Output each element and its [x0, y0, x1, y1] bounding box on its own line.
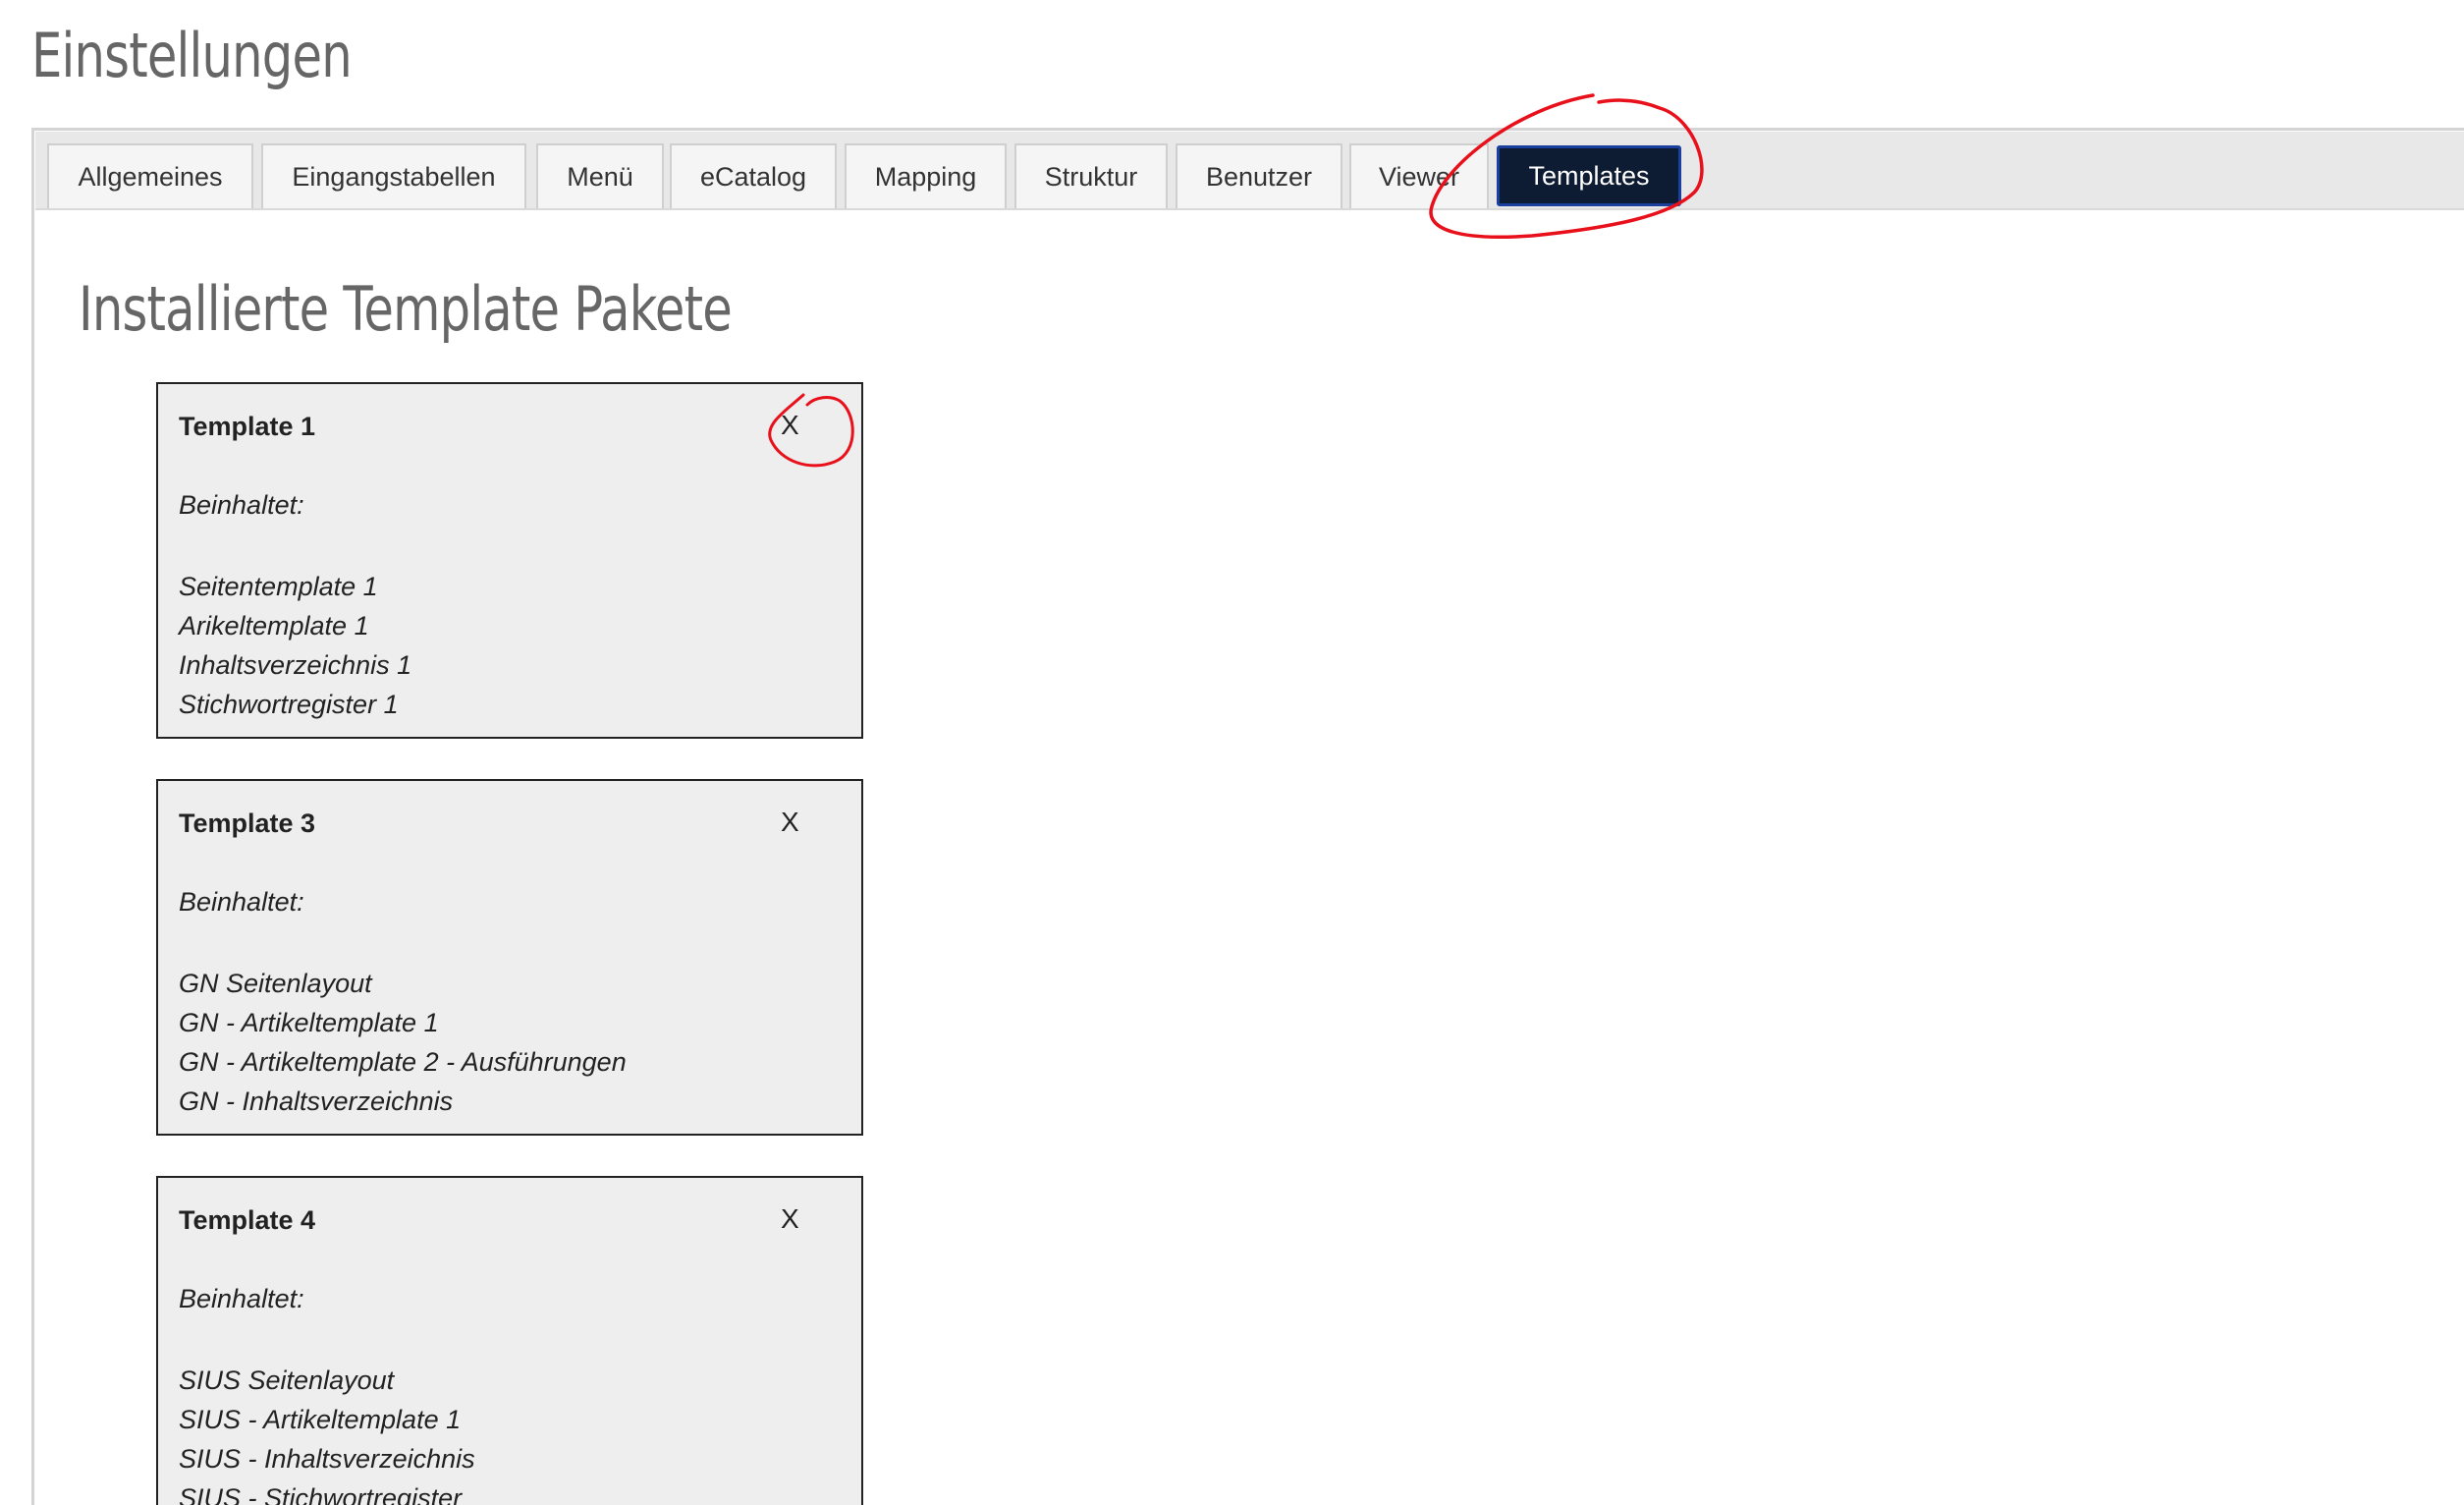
contains-label: Beinhaltet: — [179, 490, 304, 520]
package-item: SIUS - Artikeltemplate 1 — [179, 1405, 462, 1434]
template-package-card: Template 1 X Beinhaltet: Seitentemplate … — [156, 382, 863, 739]
package-name: Template 4 — [179, 1205, 316, 1235]
tab-mapping[interactable]: Mapping — [845, 143, 1007, 208]
contains-label: Beinhaltet: — [179, 887, 304, 917]
remove-package-button[interactable]: X — [781, 807, 799, 838]
package-item: Arikeltemplate 1 — [179, 611, 369, 641]
tab-viewer[interactable]: Viewer — [1349, 143, 1489, 208]
tab-struktur[interactable]: Struktur — [1014, 143, 1168, 208]
template-package-card: Template 4 X Beinhaltet: SIUS Seitenlayo… — [156, 1176, 863, 1505]
package-item: SIUS Seitenlayout — [179, 1366, 395, 1395]
package-item: GN - Artikeltemplate 1 — [179, 1008, 439, 1037]
package-item: SIUS - Inhaltsverzeichnis — [179, 1444, 475, 1474]
settings-page: Einstellungen Allgemeines Eingangstabell… — [0, 0, 2464, 1505]
remove-package-button[interactable]: X — [781, 410, 799, 441]
package-item: GN - Inhaltsverzeichnis — [179, 1087, 454, 1116]
section-title: Installierte Template Pakete — [79, 273, 733, 345]
template-package-card: Template 3 X Beinhaltet: GN Seitenlayout… — [156, 779, 863, 1136]
package-items-list: Seitentemplate 1 Arikeltemplate 1 Inhalt… — [179, 567, 411, 724]
tab-allgemeines[interactable]: Allgemeines — [47, 143, 253, 208]
package-item: Stichwortregister 1 — [179, 690, 399, 719]
tab-eingangstabellen[interactable]: Eingangstabellen — [261, 143, 526, 208]
package-items-list: GN Seitenlayout GN - Artikeltemplate 1 G… — [179, 964, 627, 1121]
tab-ecatalog[interactable]: eCatalog — [670, 143, 837, 208]
tab-menue[interactable]: Menü — [536, 143, 664, 208]
page-title: Einstellungen — [31, 20, 353, 91]
package-item: Inhaltsverzeichnis 1 — [179, 650, 412, 680]
tab-benutzer[interactable]: Benutzer — [1176, 143, 1342, 208]
package-items-list: SIUS Seitenlayout SIUS - Artikeltemplate… — [179, 1361, 475, 1505]
package-item: GN - Artikeltemplate 2 - Ausführungen — [179, 1047, 627, 1077]
remove-package-button[interactable]: X — [781, 1203, 799, 1235]
tab-templates[interactable]: Templates — [1497, 145, 1681, 206]
package-item: Seitentemplate 1 — [179, 572, 378, 601]
package-item: GN Seitenlayout — [179, 969, 372, 998]
contains-label: Beinhaltet: — [179, 1284, 304, 1313]
package-name: Template 3 — [179, 808, 316, 838]
package-item: SIUS - Stichwortregister — [179, 1483, 463, 1505]
package-name: Template 1 — [179, 412, 316, 441]
